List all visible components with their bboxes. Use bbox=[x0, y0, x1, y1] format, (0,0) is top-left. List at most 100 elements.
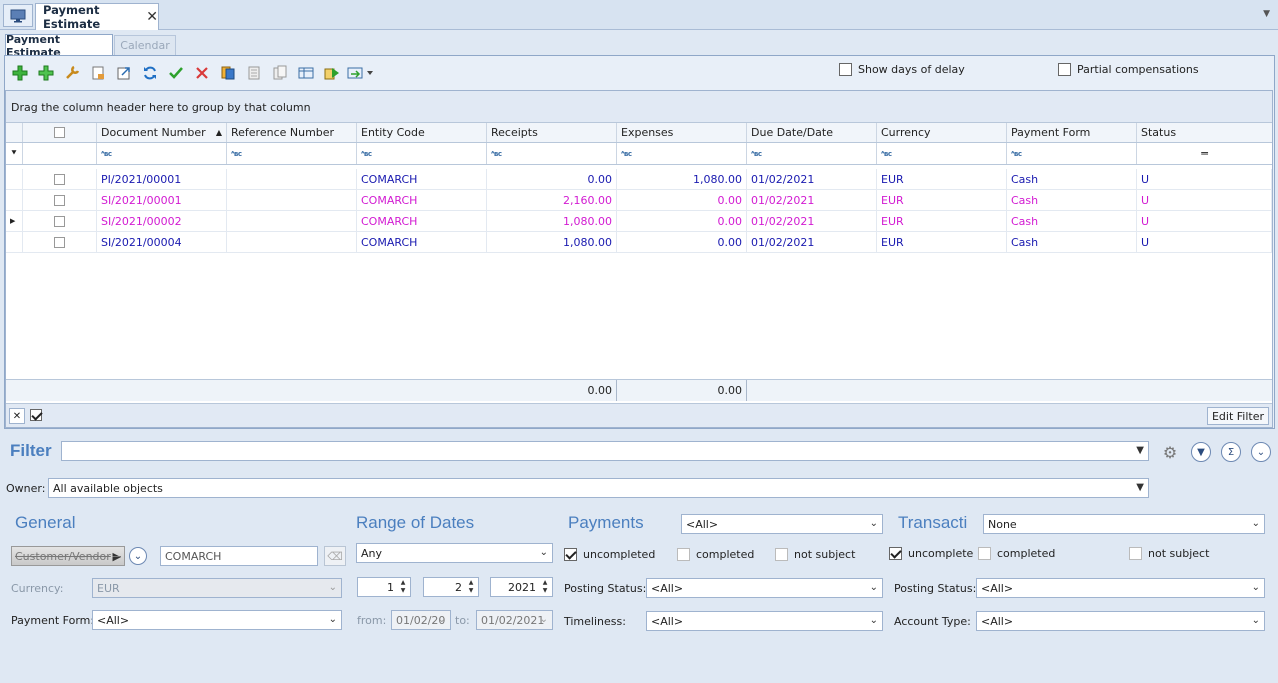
row-select[interactable] bbox=[23, 211, 97, 231]
cell-expenses[interactable]: 0.00 bbox=[617, 190, 747, 210]
funnel-filter-icon[interactable]: ▼ bbox=[1191, 442, 1211, 462]
document-icon[interactable] bbox=[86, 61, 110, 85]
edit-filter-button[interactable]: Edit Filter bbox=[1206, 407, 1269, 425]
spinner-arrows-icon[interactable]: ▲ ▼ bbox=[465, 579, 477, 595]
column-header-receipts[interactable]: Receipts bbox=[487, 123, 617, 142]
filter-cell-expenses[interactable]: ᴬʙᴄ bbox=[617, 143, 747, 164]
select-all-checkbox[interactable] bbox=[54, 127, 65, 138]
transactions-completed-checkbox[interactable]: completed bbox=[978, 547, 1055, 560]
column-header-expenses[interactable]: Expenses bbox=[617, 123, 747, 142]
spinner-arrows-icon[interactable]: ▲ ▼ bbox=[397, 579, 409, 595]
cell-reference-number[interactable] bbox=[227, 211, 357, 231]
chevron-down-icon[interactable]: ⌄ bbox=[329, 614, 337, 625]
cell-reference-number[interactable] bbox=[227, 232, 357, 252]
group-panel[interactable]: Drag the column header here to group by … bbox=[6, 91, 1272, 123]
cell-status[interactable]: U bbox=[1137, 190, 1272, 210]
print-document-icon[interactable] bbox=[242, 61, 266, 85]
current-row-arrow-icon[interactable]: ▶ bbox=[6, 211, 23, 231]
payments-completed-checkbox[interactable]: completed bbox=[677, 548, 754, 561]
month-spinner[interactable]: 2 ▲ ▼ bbox=[423, 577, 479, 597]
day-spinner[interactable]: 1 ▲ ▼ bbox=[357, 577, 411, 597]
chevron-down-icon[interactable]: ⌄ bbox=[540, 547, 548, 558]
table-row[interactable]: ▶ SI/2021/00002 COMARCH 1,080.00 0.00 01/02/2… bbox=[6, 211, 1272, 232]
column-header-payment-form[interactable]: Payment Form bbox=[1007, 123, 1137, 142]
document-tab-payment-estimate[interactable]: Payment Estimate ✕ bbox=[35, 3, 159, 31]
spinner-arrows-icon[interactable]: ▲ ▼ bbox=[539, 579, 551, 595]
row-indicator[interactable] bbox=[6, 232, 23, 252]
row-select[interactable] bbox=[23, 169, 97, 189]
eraser-icon[interactable]: ⌫ bbox=[324, 546, 346, 566]
unchecked-box[interactable] bbox=[978, 547, 991, 560]
chevron-down-icon[interactable]: ⌄ bbox=[870, 518, 878, 529]
row-indicator[interactable] bbox=[6, 190, 23, 210]
cell-receipts[interactable]: 1,080.00 bbox=[487, 232, 617, 252]
to-date-field[interactable]: 01/02/2021 ⌄ bbox=[476, 610, 553, 630]
filter-cell-document-number[interactable]: ᴬʙᴄ bbox=[97, 143, 227, 164]
date-range-select[interactable]: Any ⌄ bbox=[356, 543, 553, 563]
cell-expenses[interactable]: 0.00 bbox=[617, 232, 747, 252]
table-view-icon[interactable] bbox=[294, 61, 318, 85]
cell-expenses[interactable]: 1,080.00 bbox=[617, 169, 747, 189]
cell-currency[interactable]: EUR bbox=[877, 211, 1007, 231]
approve-check-icon[interactable] bbox=[164, 61, 188, 85]
cell-status[interactable]: U bbox=[1137, 232, 1272, 252]
filter-cell-receipts[interactable]: ᴬʙᴄ bbox=[487, 143, 617, 164]
year-spinner[interactable]: 2021 ▲ ▼ bbox=[490, 577, 553, 597]
payments-uncompleted-checkbox[interactable]: uncompleted bbox=[564, 548, 655, 561]
transactions-uncomplete-checkbox[interactable]: uncomplete bbox=[889, 547, 973, 560]
cell-reference-number[interactable] bbox=[227, 169, 357, 189]
chevron-down-icon[interactable]: ⌄ bbox=[1252, 615, 1260, 626]
cell-payment-form[interactable]: Cash bbox=[1007, 211, 1137, 231]
account-type-select[interactable]: <All> ⌄ bbox=[976, 611, 1265, 631]
cell-status[interactable]: U bbox=[1137, 169, 1272, 189]
column-header-reference-number[interactable]: Reference Number bbox=[227, 123, 357, 142]
filter-cell-entity-code[interactable]: ᴬʙᴄ bbox=[357, 143, 487, 164]
filter-expression-input[interactable]: ▼ bbox=[61, 441, 1149, 461]
cell-payment-form[interactable]: Cash bbox=[1007, 232, 1137, 252]
payments-not-subject-checkbox[interactable]: not subject bbox=[775, 548, 855, 561]
transactions-posting-status-select[interactable]: <All> ⌄ bbox=[976, 578, 1265, 598]
row-select[interactable] bbox=[23, 190, 97, 210]
refresh-icon[interactable] bbox=[138, 61, 162, 85]
monitor-icon[interactable] bbox=[3, 4, 33, 27]
collapse-chevron-icon[interactable]: ⌄ bbox=[1251, 442, 1271, 462]
partial-compensations-box[interactable] bbox=[1058, 63, 1071, 76]
chevron-down-icon[interactable]: ▼ bbox=[1136, 482, 1144, 493]
copy-icon[interactable] bbox=[216, 61, 240, 85]
cell-entity-code[interactable]: COMARCH bbox=[357, 190, 487, 210]
chevron-down-icon[interactable]: ▼ bbox=[1136, 445, 1144, 456]
cell-document-number[interactable]: PI/2021/00001 bbox=[97, 169, 227, 189]
column-header-due-date[interactable]: Due Date/Date bbox=[747, 123, 877, 142]
cell-document-number[interactable]: SI/2021/00002 bbox=[97, 211, 227, 231]
from-date-field[interactable]: 01/02/20 ⌄ bbox=[391, 610, 451, 630]
cell-document-number[interactable]: SI/2021/00004 bbox=[97, 232, 227, 252]
cancel-x-icon[interactable] bbox=[190, 61, 214, 85]
filter-cell-payment-form[interactable]: ᴬʙᴄ bbox=[1007, 143, 1137, 164]
customer-value-field[interactable]: COMARCH bbox=[160, 546, 318, 566]
filter-cell-currency[interactable]: ᴬʙᴄ bbox=[877, 143, 1007, 164]
customer-vendor-button[interactable]: Customer/Vendor ▶ bbox=[11, 546, 125, 566]
partial-compensations-checkbox[interactable]: Partial compensations bbox=[1058, 63, 1199, 76]
tab-payment-estimate[interactable]: Payment Estimate bbox=[5, 33, 113, 59]
row-select[interactable] bbox=[23, 232, 97, 252]
add-icon[interactable] bbox=[8, 61, 32, 85]
cell-currency[interactable]: EUR bbox=[877, 190, 1007, 210]
add-similar-icon[interactable] bbox=[34, 61, 58, 85]
expand-chevron-icon[interactable]: ⌄ bbox=[129, 547, 147, 565]
cell-entity-code[interactable]: COMARCH bbox=[357, 169, 487, 189]
unchecked-box[interactable] bbox=[1129, 547, 1142, 560]
select-all-header[interactable] bbox=[23, 123, 97, 142]
cell-receipts[interactable]: 1,080.00 bbox=[487, 211, 617, 231]
chevron-down-icon[interactable]: ⌄ bbox=[1252, 518, 1260, 529]
cell-receipts[interactable]: 0.00 bbox=[487, 169, 617, 189]
show-days-delay-checkbox[interactable]: Show days of delay bbox=[839, 63, 965, 76]
chevron-down-icon[interactable]: ⌄ bbox=[870, 615, 878, 626]
cell-due-date[interactable]: 01/02/2021 bbox=[747, 190, 877, 210]
cell-due-date[interactable]: 01/02/2021 bbox=[747, 232, 877, 252]
chevron-down-icon[interactable]: ⌄ bbox=[1252, 582, 1260, 593]
currency-select[interactable]: EUR ⌄ bbox=[92, 578, 342, 598]
cell-entity-code[interactable]: COMARCH bbox=[357, 232, 487, 252]
tab-calendar[interactable]: Calendar bbox=[114, 35, 176, 56]
checked-box[interactable] bbox=[564, 548, 577, 561]
cell-expenses[interactable]: 0.00 bbox=[617, 211, 747, 231]
